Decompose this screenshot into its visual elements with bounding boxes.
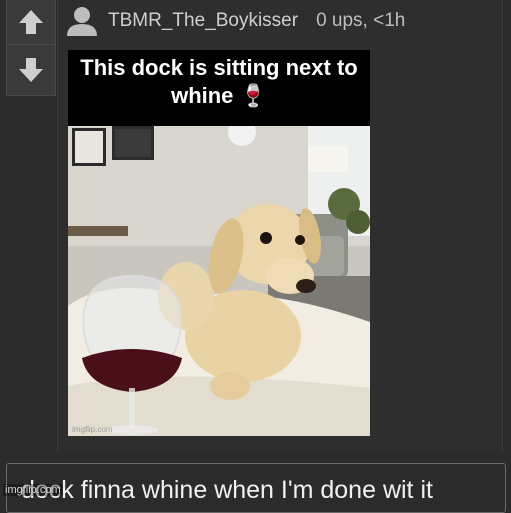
meme-photo xyxy=(68,126,370,436)
arrow-down-icon xyxy=(19,58,43,82)
arrow-up-icon xyxy=(19,10,43,34)
meme-caption: This dock is sitting next to whine 🍷 xyxy=(68,50,370,126)
comment-username[interactable]: TBMR_The_Boykisser xyxy=(108,10,298,32)
downvote-button[interactable] xyxy=(7,48,55,92)
vote-column xyxy=(6,0,56,96)
user-avatar-icon[interactable] xyxy=(66,6,98,36)
upvote-button[interactable] xyxy=(7,0,55,45)
meme-watermark: imgflip.com xyxy=(72,425,113,434)
comment-header: TBMR_The_Boykisser 0 ups, <1h xyxy=(66,6,406,36)
meme-image[interactable]: This dock is sitting next to whine 🍷 img… xyxy=(68,50,370,436)
comment-card: TBMR_The_Boykisser 0 ups, <1h This dock … xyxy=(57,0,503,452)
site-watermark: imgflip.com xyxy=(3,484,63,496)
comment-meta: 0 ups, <1h xyxy=(316,10,406,31)
reply-input[interactable]: dock finna whine when I'm done wit it xyxy=(6,463,506,513)
reply-input-text: dock finna whine when I'm done wit it xyxy=(21,476,433,504)
